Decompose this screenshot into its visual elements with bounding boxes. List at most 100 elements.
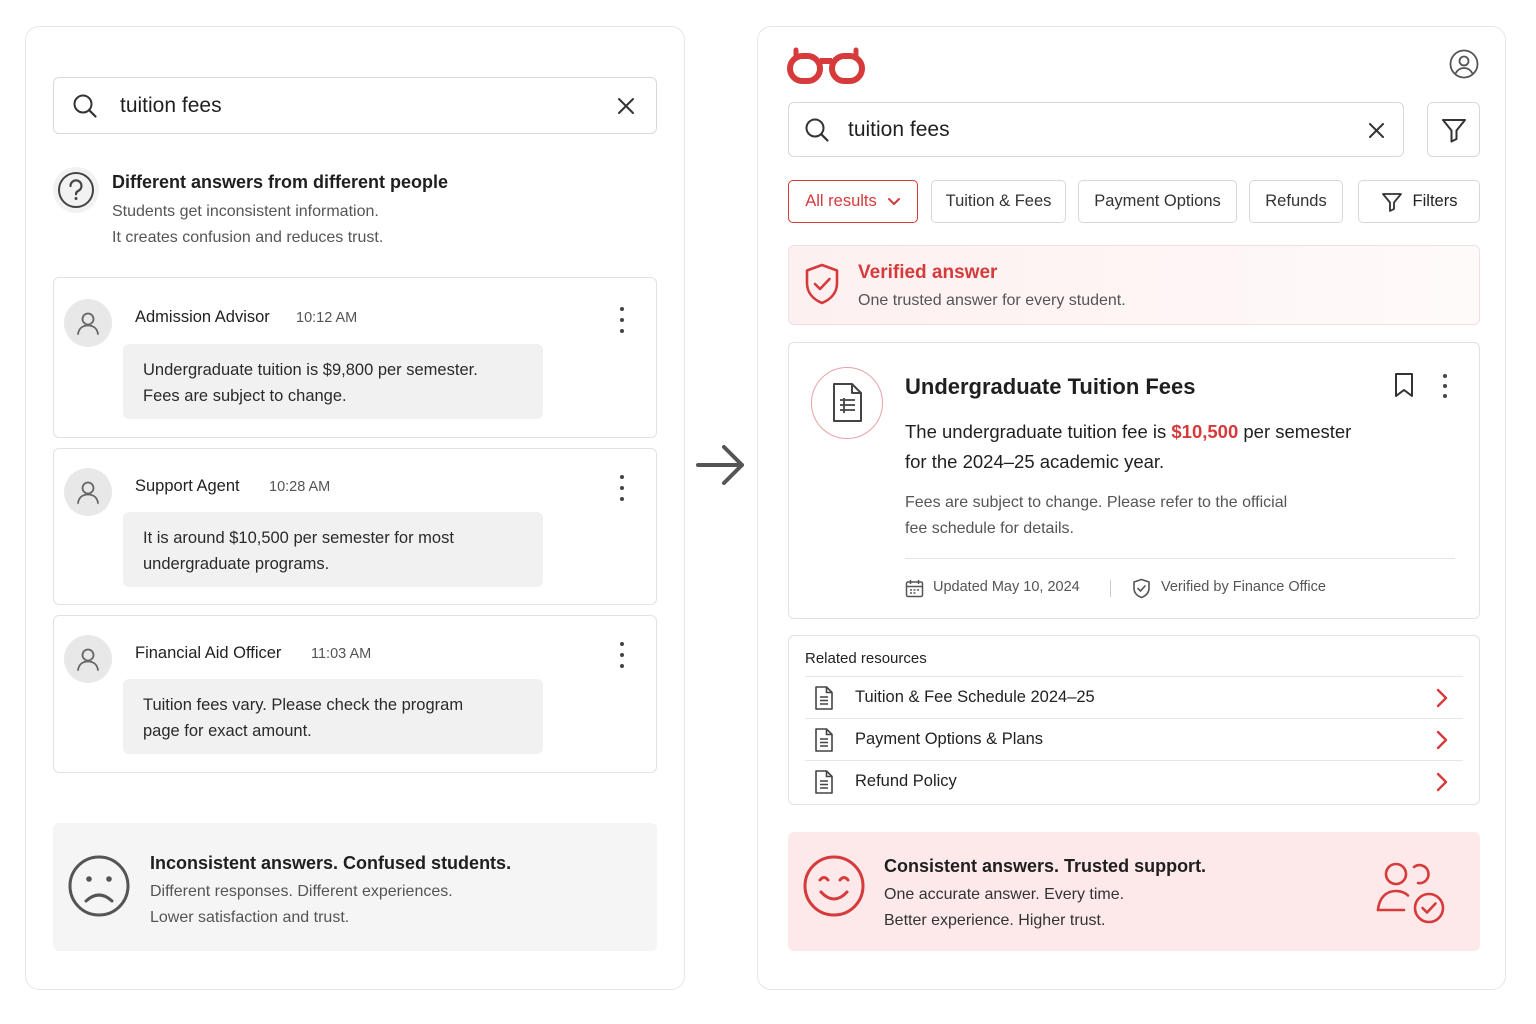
summary-line-2: Lower satisfaction and trust. xyxy=(150,909,350,926)
search-box[interactable]: tuition fees xyxy=(53,77,657,134)
summary-title: Inconsistent answers. Confused students. xyxy=(150,853,512,873)
message-time: 10:28 AM xyxy=(269,479,331,495)
resource-label: Tuition & Fee Schedule 2024–25 xyxy=(855,688,1095,706)
chevron-right-icon xyxy=(1435,688,1449,708)
chip-label: Filters xyxy=(1412,192,1458,210)
search-input[interactable]: tuition fees xyxy=(120,94,222,118)
shield-check-icon xyxy=(803,262,841,306)
message-text-line-1: Undergraduate tuition is $9,800 per seme… xyxy=(143,361,478,379)
arrow-right-icon xyxy=(694,442,748,488)
verified-banner: Verified answer One trusted answer for e… xyxy=(788,245,1480,325)
chip-label: Refunds xyxy=(1265,192,1327,210)
close-icon[interactable] xyxy=(1368,122,1385,139)
message-bubble: Undergraduate tuition is $9,800 per seme… xyxy=(123,344,543,419)
message-time: 11:03 AM xyxy=(311,646,372,662)
sad-face-icon xyxy=(67,854,131,918)
summary-line-1: One accurate answer. Every time. xyxy=(884,886,1125,903)
answer-note-line-2: fee schedule for details. xyxy=(905,520,1074,537)
search-input[interactable]: tuition fees xyxy=(848,118,950,142)
filter-icon xyxy=(1440,116,1468,144)
search-icon xyxy=(72,93,98,119)
message-card: Support Agent 10:28 AM It is around $10,… xyxy=(53,448,657,605)
message-text-line-2: page for exact amount. xyxy=(143,722,312,740)
user-icon xyxy=(64,635,112,683)
problem-line-2: It creates confusion and reduces trust. xyxy=(112,229,384,246)
more-icon[interactable] xyxy=(614,307,630,333)
resource-item[interactable]: Tuition & Fee Schedule 2024–25 xyxy=(805,676,1463,718)
answer-text-line-2: for the 2024–25 academic year. xyxy=(905,451,1165,472)
divider xyxy=(1110,580,1111,597)
problem-summary: Inconsistent answers. Confused students.… xyxy=(53,823,657,951)
chip-all-results[interactable]: All results xyxy=(788,180,918,223)
answer-text-before: The undergraduate tuition fee is xyxy=(905,421,1172,442)
search-icon xyxy=(804,117,830,143)
updated-date: Updated May 10, 2024 xyxy=(933,579,1080,595)
answer-text-after: per semester xyxy=(1238,421,1352,442)
document-icon xyxy=(813,685,835,711)
after-panel: tuition fees All results Tuition & Fees … xyxy=(757,26,1506,990)
message-text-line-1: Tuition fees vary. Please check the prog… xyxy=(143,696,464,714)
close-icon[interactable] xyxy=(617,97,635,115)
document-icon xyxy=(813,769,835,795)
resource-label: Payment Options & Plans xyxy=(855,730,1044,748)
answer-amount: $10,500 xyxy=(1171,421,1239,442)
message-sender: Support Agent xyxy=(135,477,240,495)
message-time: 10:12 AM xyxy=(296,310,358,326)
resource-item[interactable]: Refund Policy xyxy=(805,760,1463,802)
answer-card: Undergraduate Tuition Fees The undergrad… xyxy=(788,342,1480,619)
related-resources: Related resources Tuition & Fee Schedule… xyxy=(788,635,1480,805)
document-icon xyxy=(811,367,883,439)
divider xyxy=(905,558,1455,559)
related-title: Related resources xyxy=(805,650,927,667)
chevron-right-icon xyxy=(1435,772,1449,792)
message-sender: Admission Advisor xyxy=(135,308,270,326)
before-panel: tuition fees Different answers from diff… xyxy=(25,26,685,990)
more-icon[interactable] xyxy=(614,475,630,501)
smile-face-icon xyxy=(802,854,866,918)
answer-title: Undergraduate Tuition Fees xyxy=(905,374,1196,399)
resource-item[interactable]: Payment Options & Plans xyxy=(805,718,1463,760)
message-text-line-2: Fees are subject to change. xyxy=(143,387,347,405)
verified-subtitle: One trusted answer for every student. xyxy=(858,292,1126,309)
verified-title: Verified answer xyxy=(858,262,998,283)
message-bubble: Tuition fees vary. Please check the prog… xyxy=(123,679,543,754)
verified-by: Verified by Finance Office xyxy=(1161,579,1326,595)
more-icon[interactable] xyxy=(614,642,630,668)
resource-label: Refund Policy xyxy=(855,772,957,790)
chip-refunds[interactable]: Refunds xyxy=(1249,180,1343,223)
message-card: Financial Aid Officer 11:03 AM Tuition f… xyxy=(53,615,657,773)
message-bubble: It is around $10,500 per semester for mo… xyxy=(123,512,543,587)
summary-line-2: Better experience. Higher trust. xyxy=(884,912,1106,929)
question-icon xyxy=(53,167,99,213)
document-icon xyxy=(813,727,835,753)
chevron-down-icon xyxy=(887,197,901,207)
problem-line-1: Students get inconsistent information. xyxy=(112,203,379,220)
summary-line-1: Different responses. Different experienc… xyxy=(150,883,453,900)
answer-note-line-1: Fees are subject to change. Please refer… xyxy=(905,494,1288,511)
users-check-icon xyxy=(1374,858,1450,928)
shield-check-icon xyxy=(1132,578,1151,599)
more-icon[interactable] xyxy=(1437,374,1453,398)
message-text-line-2: undergraduate programs. xyxy=(143,555,330,573)
account-icon[interactable] xyxy=(1449,49,1479,79)
glasses-logo xyxy=(786,47,868,87)
solution-summary: Consistent answers. Trusted support. One… xyxy=(788,832,1480,951)
calendar-icon xyxy=(905,579,924,598)
filter-icon xyxy=(1381,191,1403,213)
message-text-line-1: It is around $10,500 per semester for mo… xyxy=(143,529,454,547)
chip-label: All results xyxy=(805,192,877,210)
chevron-right-icon xyxy=(1435,730,1449,750)
chip-label: Tuition & Fees xyxy=(945,192,1052,210)
chip-label: Payment Options xyxy=(1094,192,1221,210)
message-sender: Financial Aid Officer xyxy=(135,644,282,662)
message-card: Admission Advisor 10:12 AM Undergraduate… xyxy=(53,277,657,438)
search-box[interactable]: tuition fees xyxy=(788,102,1404,157)
chip-payment-options[interactable]: Payment Options xyxy=(1078,180,1237,223)
filter-button[interactable] xyxy=(1427,102,1480,157)
chip-tuition-fees[interactable]: Tuition & Fees xyxy=(931,180,1066,223)
bookmark-icon[interactable] xyxy=(1393,372,1415,398)
summary-title: Consistent answers. Trusted support. xyxy=(884,856,1207,876)
user-icon xyxy=(64,468,112,516)
chip-filters[interactable]: Filters xyxy=(1358,180,1480,223)
user-icon xyxy=(64,299,112,347)
